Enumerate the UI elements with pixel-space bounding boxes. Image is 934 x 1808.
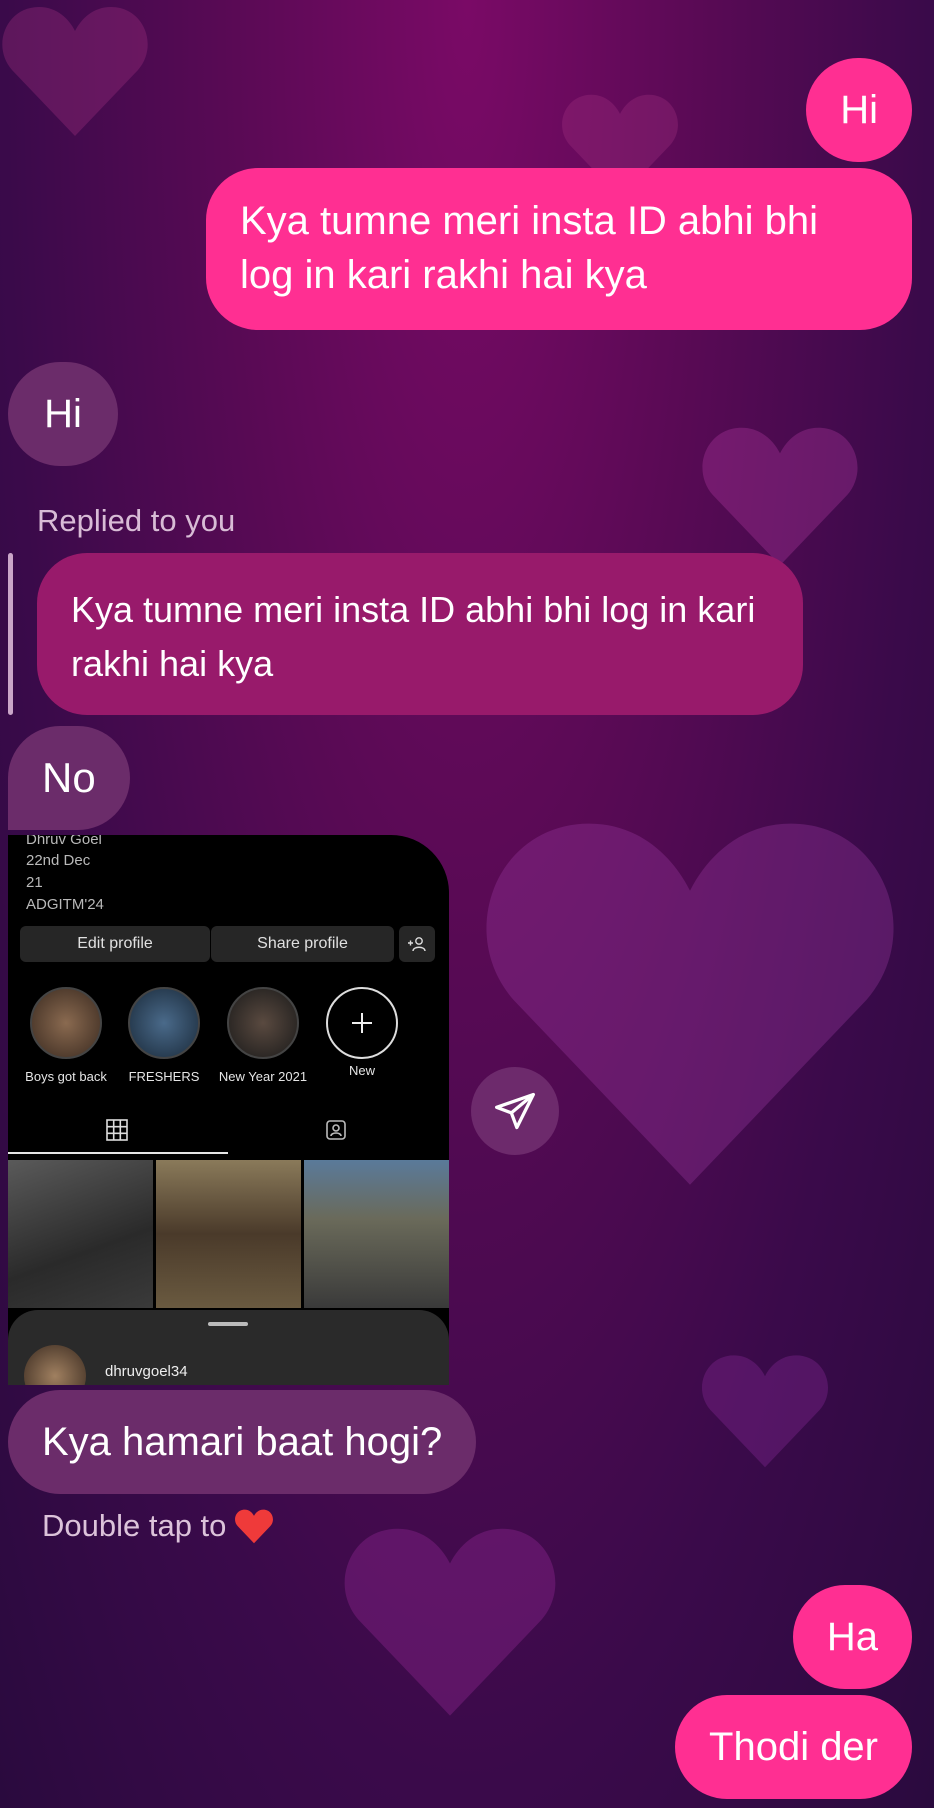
post-thumbnail <box>8 1160 153 1308</box>
highlight-label: Boys got back <box>25 1069 107 1084</box>
highlight-label: New <box>348 1063 375 1078</box>
tagged-icon <box>324 1118 348 1147</box>
highlight-label: New Year 2021 <box>218 1069 308 1084</box>
incoming-message[interactable]: Hi <box>8 362 118 466</box>
incoming-message[interactable]: No <box>8 726 130 830</box>
message-text: No <box>42 754 96 801</box>
story-highlight-thumbnail <box>128 987 200 1059</box>
edit-profile-button: Edit profile <box>20 926 210 962</box>
message-text: Kya tumne meri insta ID abhi bhi log in … <box>71 589 756 684</box>
profile-bio-line: 22nd Dec <box>26 852 91 869</box>
hint-text: Double tap to <box>42 1508 227 1543</box>
reply-indicator-bar <box>8 553 13 715</box>
story-highlight-thumbnail <box>227 987 299 1059</box>
outgoing-message[interactable]: Ha <box>792 1585 912 1689</box>
background-heart <box>2 7 148 136</box>
incoming-message[interactable]: Kya hamari baat hogi? <box>8 1390 477 1494</box>
replied-to-you-label: Replied to you <box>37 503 236 538</box>
share-profile-button: Share profile <box>211 926 394 962</box>
avatar <box>24 1345 86 1385</box>
post-thumbnail <box>156 1160 301 1308</box>
profile-bio-line: 21 <box>26 874 43 891</box>
shared-screenshot[interactable]: Dhruv Goel 22nd Dec 21 ADGITM'24 Edit pr… <box>8 835 449 1385</box>
outgoing-message[interactable]: Kya tumne meri insta ID abhi bhi log in … <box>206 168 912 330</box>
message-text: Hi <box>840 88 878 132</box>
background-heart <box>702 427 858 566</box>
replied-message-quote[interactable]: Kya tumne meri insta ID abhi bhi log in … <box>37 553 803 715</box>
background-heart <box>702 1355 828 1468</box>
message-text: Thodi der <box>709 1725 878 1769</box>
plus-icon <box>326 987 398 1059</box>
profile-bio-line: Dhruv Goel <box>26 835 102 848</box>
active-tab-indicator <box>8 1152 228 1154</box>
post-thumbnail <box>304 1160 449 1308</box>
story-highlight-thumbnail <box>30 987 102 1059</box>
sheet-handle <box>208 1322 248 1326</box>
outgoing-message[interactable]: Thodi der <box>675 1695 912 1799</box>
profile-bio-line: ADGITM'24 <box>26 896 104 913</box>
highlight-label: FRESHERS <box>128 1069 200 1084</box>
add-person-icon <box>399 926 435 962</box>
double-tap-hint: Double tap to <box>42 1508 274 1544</box>
outgoing-message[interactable]: Hi <box>806 58 912 162</box>
message-text: Kya hamari baat hogi? <box>42 1420 443 1464</box>
share-button[interactable] <box>471 1067 559 1155</box>
shared-username: dhruvgoel34 <box>105 1363 188 1380</box>
send-icon <box>495 1092 535 1130</box>
message-text: Kya tumne meri insta ID abhi bhi log in … <box>240 199 819 297</box>
message-text: Hi <box>44 392 82 436</box>
background-heart <box>344 1528 556 1716</box>
grid-icon <box>105 1118 129 1147</box>
bottom-sheet: dhruvgoel34 <box>8 1310 449 1385</box>
message-text: Ha <box>826 1615 878 1659</box>
red-heart-emoji <box>235 1509 274 1544</box>
